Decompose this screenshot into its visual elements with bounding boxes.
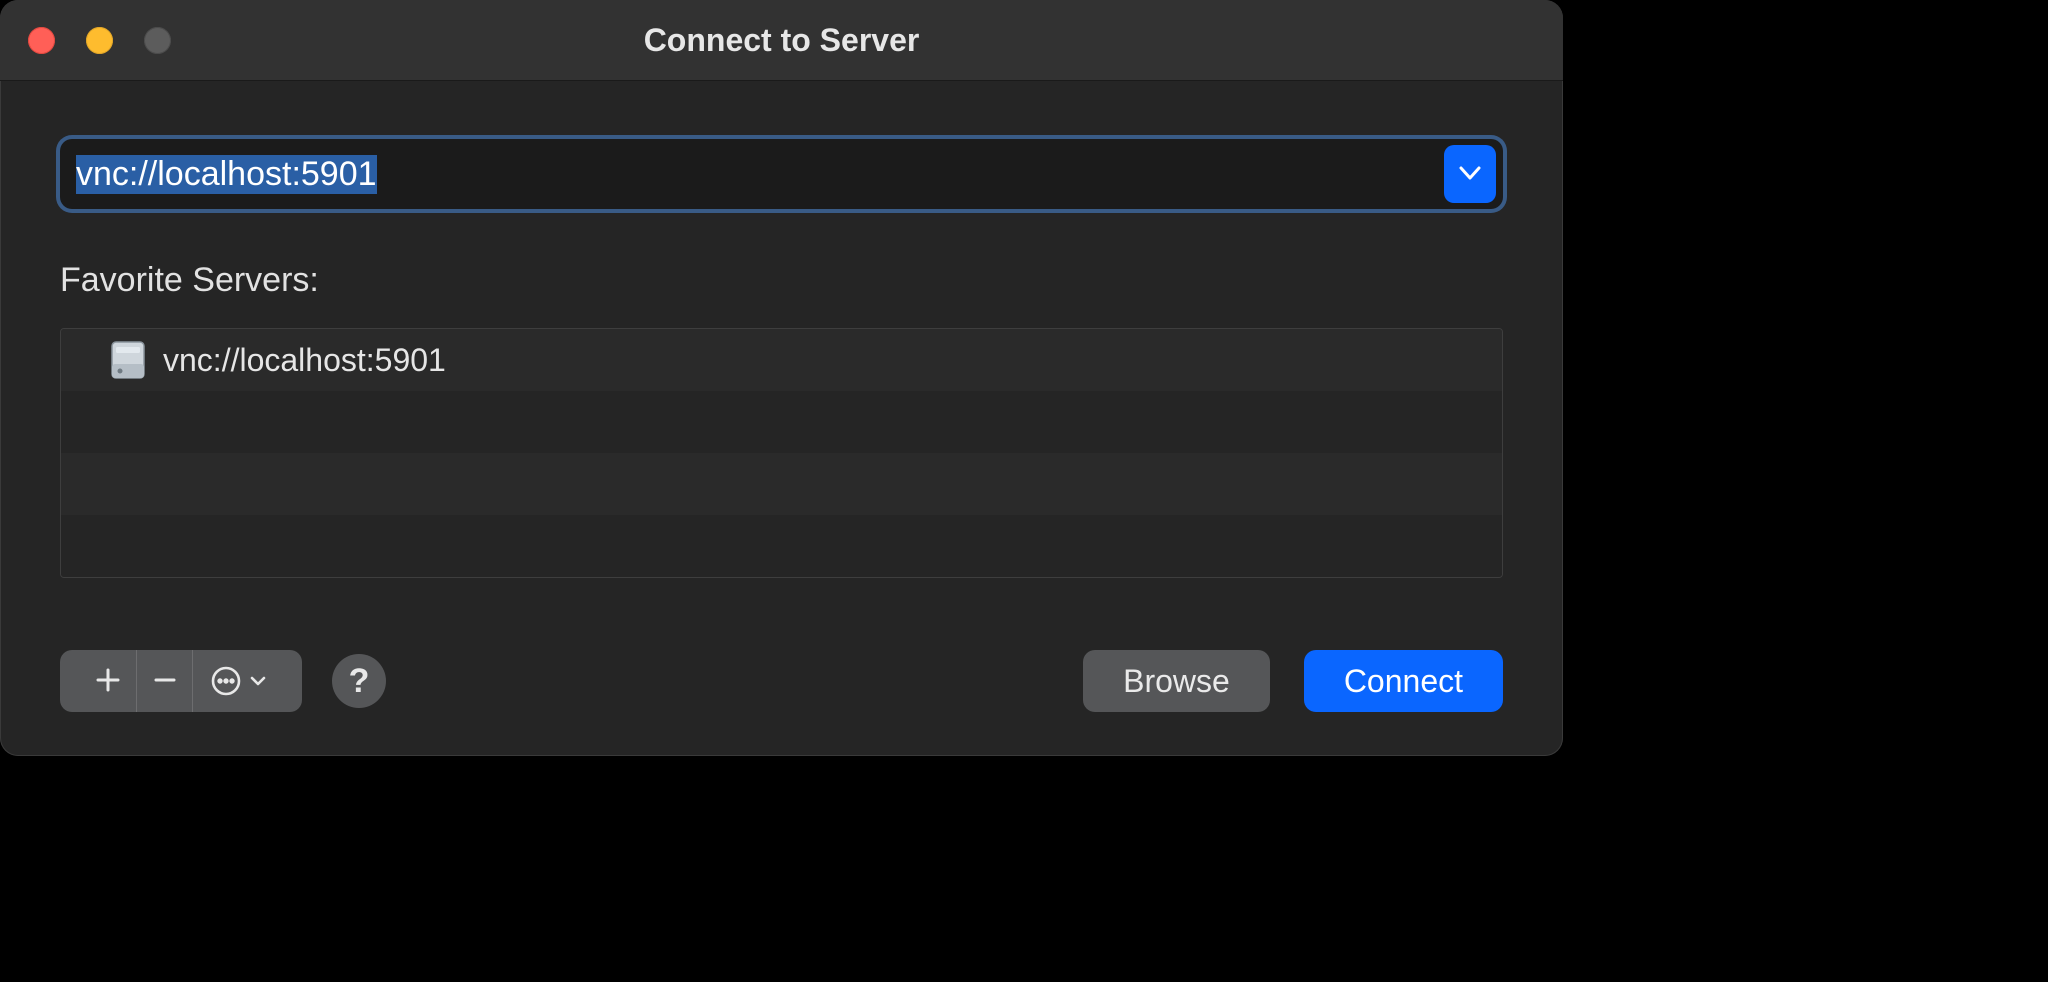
traffic-lights (28, 27, 171, 54)
favorite-server-row-empty (61, 391, 1502, 453)
favorite-servers-label: Favorite Servers: (60, 261, 1503, 300)
connect-button[interactable]: Connect (1304, 650, 1503, 712)
favorite-server-row-empty (61, 453, 1502, 515)
ellipsis-circle-icon (210, 665, 266, 697)
plus-icon (95, 667, 121, 696)
recent-servers-dropdown-button[interactable] (1444, 145, 1496, 203)
minus-icon (152, 667, 178, 696)
window-minimize-button[interactable] (86, 27, 113, 54)
favorite-servers-list[interactable]: vnc://localhost:5901 (60, 328, 1503, 578)
bottom-toolbar: ? Browse Connect (60, 650, 1503, 712)
window-title: Connect to Server (0, 22, 1563, 59)
connect-to-server-window: Connect to Server Favorite Servers: (0, 0, 1563, 756)
window-close-button[interactable] (28, 27, 55, 54)
favorite-server-url: vnc://localhost:5901 (163, 342, 446, 379)
favorite-server-row[interactable]: vnc://localhost:5901 (61, 329, 1502, 391)
favorites-edit-segment (60, 650, 302, 712)
remove-favorite-button[interactable] (136, 650, 192, 712)
title-bar: Connect to Server (0, 0, 1563, 81)
window-zoom-button[interactable] (144, 27, 171, 54)
server-drive-icon (109, 338, 147, 382)
question-mark-icon: ? (349, 662, 370, 701)
favorite-server-row-empty (61, 515, 1502, 577)
favorites-action-menu-button[interactable] (192, 650, 282, 712)
chevron-down-icon (250, 676, 266, 686)
content-area: Favorite Servers: vnc://localhost:5901 (0, 81, 1563, 578)
server-address-combo (60, 139, 1503, 209)
add-favorite-button[interactable] (80, 650, 136, 712)
server-address-input[interactable] (60, 139, 1444, 209)
chevron-down-icon (1459, 166, 1481, 183)
browse-button[interactable]: Browse (1083, 650, 1270, 712)
help-button[interactable]: ? (332, 654, 386, 708)
